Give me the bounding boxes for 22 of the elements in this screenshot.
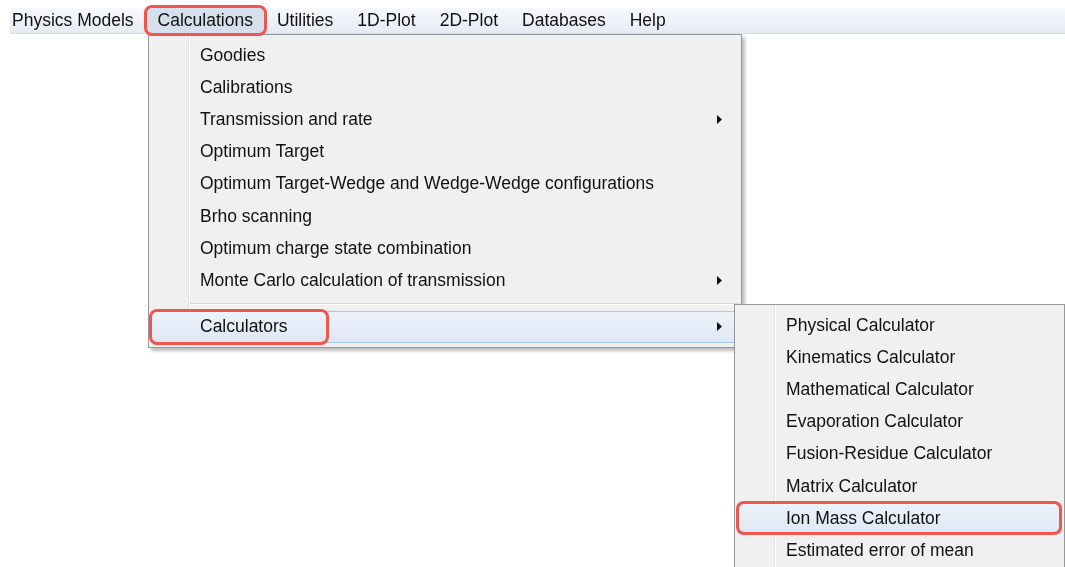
menu-item[interactable]: Kinematics Calculator bbox=[737, 341, 1062, 374]
menu-item[interactable]: Evaporation Calculator bbox=[737, 405, 1062, 438]
menu-item[interactable]: Optimum Target-Wedge and Wedge-Wedge configurations bbox=[151, 167, 739, 200]
menu-item[interactable]: Fusion-Residue Calculator bbox=[737, 437, 1062, 470]
menu-bar-item[interactable]: Databases bbox=[510, 8, 618, 33]
menu-item[interactable]: Monte Carlo calculation of transmission bbox=[151, 264, 739, 297]
menu-item[interactable]: Mathematical Calculator bbox=[737, 373, 1062, 406]
menu-bar-item[interactable]: Help bbox=[617, 8, 678, 33]
menu-item[interactable]: Goodies bbox=[151, 39, 739, 72]
menu-bar-item[interactable]: 2D-Plot bbox=[427, 8, 511, 33]
menu-item[interactable]: Estimated error of mean bbox=[737, 534, 1062, 567]
menu-item[interactable]: Physical Calculator bbox=[737, 309, 1062, 342]
menu-bar-item[interactable]: Utilities bbox=[264, 8, 346, 33]
menu-item[interactable]: Transmission and rate bbox=[151, 103, 739, 136]
menu-bar-item[interactable]: Calculations bbox=[145, 8, 265, 33]
menu-bar-item[interactable]: 1D-Plot bbox=[345, 8, 428, 33]
menu-item[interactable]: Calibrations bbox=[151, 71, 739, 104]
menu-item[interactable]: Brho scanning bbox=[151, 199, 739, 233]
menu-item[interactable]: Matrix Calculator bbox=[737, 469, 1062, 503]
menu-bar-item[interactable]: Physics Models bbox=[10, 8, 146, 33]
menu-item[interactable]: Optimum charge state combination bbox=[151, 232, 739, 265]
menu-item[interactable]: Optimum Target bbox=[151, 135, 739, 168]
